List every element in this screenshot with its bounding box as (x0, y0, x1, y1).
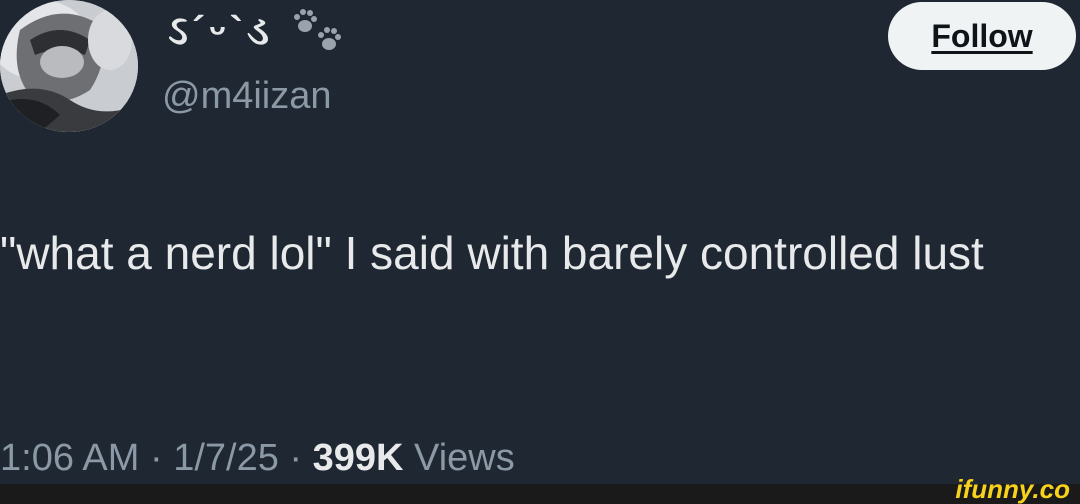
watermark-bar (0, 484, 1080, 504)
follow-button[interactable]: Follow (888, 2, 1076, 70)
tweet-time[interactable]: 1:06 AM (0, 437, 139, 479)
display-name-text: ઽ´ᵕ`ડ (168, 9, 273, 53)
avatar-photo (0, 0, 138, 132)
tweet-text: "what a nerd lol" I said with barely con… (0, 227, 984, 279)
avatar[interactable] (0, 0, 138, 132)
paw-prints-icon (287, 6, 347, 56)
user-handle[interactable]: @m4iizan (162, 74, 332, 118)
tweet-meta: 1:06 AM · 1/7/25 · 399K Views (0, 436, 515, 480)
meta-separator: · (289, 437, 303, 479)
views-label: Views (414, 437, 515, 479)
meta-separator: · (149, 437, 163, 479)
tweet-card: ઽ´ᵕ`ડ @m4iizan Follow "what a nerd lol" … (0, 0, 1080, 484)
views-count: 399K (312, 437, 404, 479)
ifunny-watermark: ifunny.co (955, 474, 1070, 504)
tweet-date[interactable]: 1/7/25 (173, 437, 279, 479)
display-name[interactable]: ઽ´ᵕ`ડ (168, 6, 347, 56)
